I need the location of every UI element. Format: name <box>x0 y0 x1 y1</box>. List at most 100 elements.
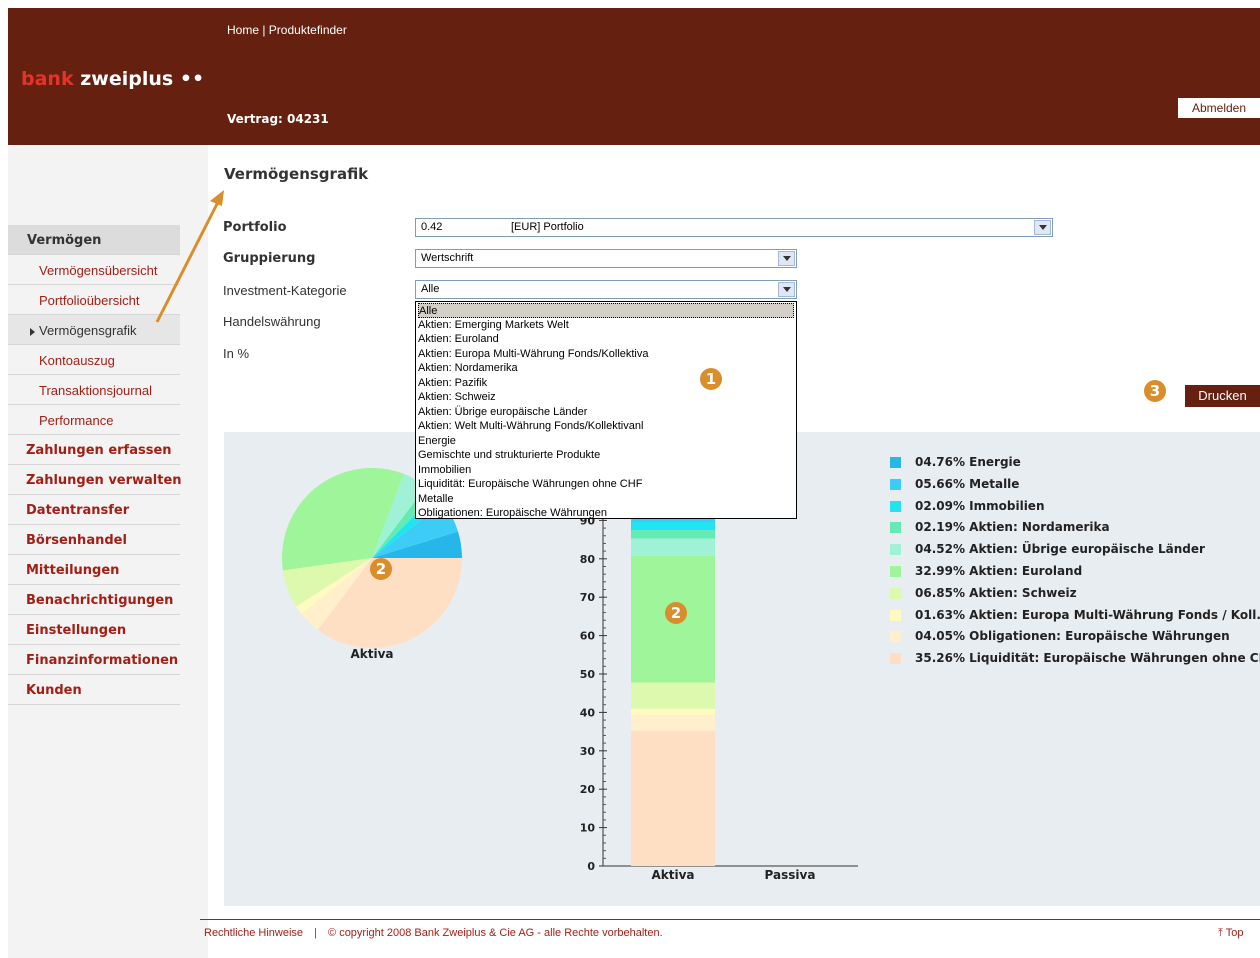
legend-swatch <box>890 500 901 512</box>
bar-segment <box>631 715 715 731</box>
logo-mark-icon: •• <box>179 68 205 90</box>
top-nav-links[interactable]: Home | Produktefinder <box>227 23 347 37</box>
chevron-down-icon[interactable] <box>778 282 795 297</box>
sidebar-item[interactable]: Datentransfer <box>8 495 180 525</box>
legend-label: 32.99% Aktien: Euroland <box>915 564 1083 578</box>
sidebar-item-label: Finanzinformationen <box>26 653 179 668</box>
dropdown-option[interactable]: Aktien: Welt Multi-Währung Fonds/Kollekt… <box>418 419 643 434</box>
legend-label: 02.19% Aktien: Nordamerika <box>915 520 1110 535</box>
sidebar-item-label: Zahlungen erfassen <box>26 443 172 458</box>
legend-label: 35.26% Liquidität: Europäische Währungen… <box>915 651 1260 666</box>
print-button[interactable]: Drucken <box>1185 385 1260 407</box>
callout-badge-2-bar: 2 <box>665 602 687 624</box>
legend-swatch <box>890 631 901 643</box>
sidebar-item-label: Kunden <box>26 683 82 698</box>
sidebar-item[interactable]: Benachrichtigungen <box>8 585 180 615</box>
sidebar-item[interactable]: Performance <box>8 405 180 435</box>
legend-swatch <box>890 587 901 599</box>
chevron-down-icon[interactable] <box>1034 220 1051 235</box>
sidebar-item[interactable]: Mitteilungen <box>8 555 180 585</box>
dropdown-option[interactable]: Aktien: Emerging Markets Welt <box>418 318 569 333</box>
triangle-right-icon <box>30 328 35 336</box>
category-select[interactable]: Alle <box>415 280 797 299</box>
sidebar-item[interactable]: Portfolioübersicht <box>8 285 180 315</box>
footer-separator: | <box>314 927 317 939</box>
dropdown-option[interactable]: Alle <box>418 303 794 318</box>
y-tick-label: 60 <box>580 630 596 643</box>
dropdown-option[interactable]: Liquidität: Europäische Währungen ohne C… <box>418 477 642 492</box>
legend-swatch <box>890 478 901 490</box>
dropdown-option[interactable]: Energie <box>418 434 456 449</box>
sidebar-item[interactable]: Transaktionsjournal <box>8 375 180 405</box>
logout-button[interactable]: Abmelden <box>1178 98 1260 118</box>
dropdown-option[interactable]: Aktien: Europa Multi-Währung Fonds/Kolle… <box>418 347 649 362</box>
dropdown-option[interactable]: Metalle <box>418 492 453 507</box>
bar-segment <box>631 538 715 556</box>
sidebar-item[interactable]: Zahlungen erfassen <box>8 435 180 465</box>
dropdown-option[interactable]: Immobilien <box>418 463 471 478</box>
dropdown-option[interactable]: Aktien: Euroland <box>418 332 499 347</box>
sidebar-item[interactable]: Vermögensübersicht <box>8 255 180 285</box>
sidebar-item[interactable]: Einstellungen <box>8 615 180 645</box>
grouping-select[interactable]: Wertschrift <box>415 249 797 268</box>
callout-badge-1: 1 <box>700 368 722 390</box>
logo-name-text: zweiplus <box>80 68 174 90</box>
back-to-top-link[interactable]: ⤒ Top <box>1218 927 1243 940</box>
dropdown-option[interactable]: Gemischte und strukturierte Produkte <box>418 448 600 463</box>
page-title: Vermögensgrafik <box>224 165 369 183</box>
bar-segment <box>631 682 715 709</box>
sidebar-item-label: Benachrichtigungen <box>26 593 174 608</box>
sidebar-item[interactable]: Finanzinformationen <box>8 645 180 675</box>
portfolio-select-number: 0.42 <box>421 221 443 233</box>
legend-swatch <box>890 609 901 621</box>
legend-swatch <box>890 653 901 665</box>
category-select-value: Alle <box>421 283 440 295</box>
callout-badge-2-pie: 2 <box>370 558 392 580</box>
legend-label: 04.76% Energie <box>915 455 1021 469</box>
legend-label: 01.63% Aktien: Europa Multi-Währung Fond… <box>915 607 1260 622</box>
contract-number: Vertrag: 04231 <box>227 112 329 126</box>
y-tick-label: 10 <box>580 822 596 835</box>
bar-segment <box>631 522 715 531</box>
grouping-select-value: Wertschrift <box>421 252 474 264</box>
sidebar-item[interactable]: Zahlungen verwalten <box>8 465 182 495</box>
dropdown-option[interactable]: Aktien: Schweiz <box>418 390 496 405</box>
sidebar-item-label: Transaktionsjournal <box>39 383 152 398</box>
legend-label: 04.05% Obligationen: Europäische Währung… <box>915 629 1230 644</box>
sidebar: Vermögen Vermögensübersicht Portfolioübers… <box>8 145 208 958</box>
category-dropdown-list[interactable]: Alle Aktien: Emerging Markets Welt Aktien:… <box>415 301 797 519</box>
sidebar-item-label: Vermögen <box>27 233 102 248</box>
dropdown-option[interactable]: Aktien: Pazifik <box>418 376 487 391</box>
dropdown-option[interactable]: Obligationen: Europäische Währungen <box>418 506 607 521</box>
y-tick-label: 0 <box>587 860 595 873</box>
bar-segment <box>631 530 715 539</box>
category-label: Investment-Kategorie <box>223 283 347 298</box>
portfolio-select-name: [EUR] Portfolio <box>511 221 584 233</box>
x-category-label: Aktiva <box>651 868 694 882</box>
callout-badge-3: 3 <box>1144 380 1166 402</box>
legend-label: 04.52% Aktien: Übrige europäische Länder <box>915 542 1205 557</box>
dropdown-option[interactable]: Aktien: Übrige europäische Länder <box>418 405 587 420</box>
y-tick-label: 30 <box>580 745 596 758</box>
sidebar-item-label: Datentransfer <box>26 503 130 518</box>
copyright-text: © copyright 2008 Bank Zweiplus & Cie AG … <box>328 927 663 939</box>
sidebar-item[interactable]: Vermögen <box>8 225 180 255</box>
legend-label: 02.09% Immobilien <box>915 498 1045 513</box>
y-tick-label: 80 <box>580 553 596 566</box>
sidebar-item[interactable]: Vermögensgrafik <box>8 315 180 345</box>
sidebar-item-label: Einstellungen <box>26 623 127 638</box>
sidebar-item[interactable]: Börsenhandel <box>8 525 180 555</box>
bank-logo: bank zweiplus •• <box>21 68 204 90</box>
sidebar-item[interactable]: Kontoauszug <box>8 345 180 375</box>
portfolio-select[interactable]: 0.42 [EUR] Portfolio <box>415 218 1053 237</box>
sidebar-item[interactable]: Kunden <box>8 675 180 705</box>
y-tick-label: 20 <box>580 783 596 796</box>
percent-label: In % <box>223 346 250 361</box>
currency-label: Handelswährung <box>223 314 321 329</box>
legend-swatch <box>890 544 901 556</box>
sidebar-item-label: Portfolioübersicht <box>39 293 140 308</box>
legal-notice-link[interactable]: Rechtliche Hinweise <box>204 927 303 939</box>
dropdown-option[interactable]: Aktien: Nordamerika <box>418 361 518 376</box>
chevron-down-icon[interactable] <box>778 251 795 266</box>
legend-swatch <box>890 522 901 534</box>
